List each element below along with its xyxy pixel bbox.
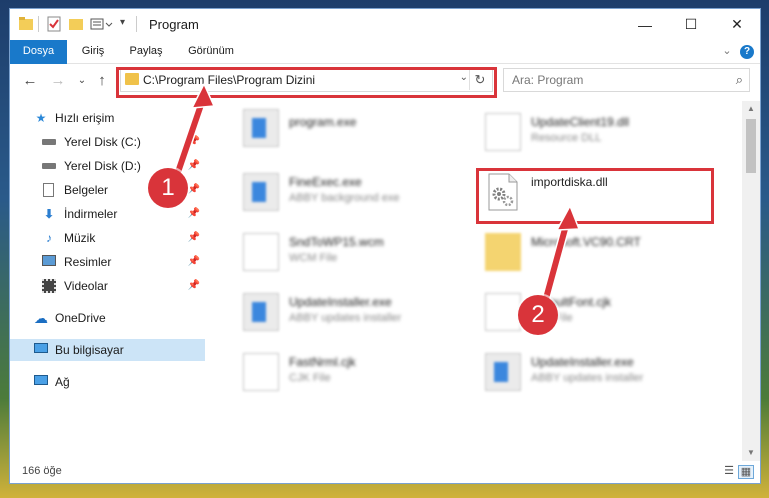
callout-step-2: 2 [518,295,558,335]
callout-step-1: 1 [148,168,188,208]
tutorial-arrows [171,82,581,304]
arrow-one-head [190,82,216,109]
arrow-two-head [555,204,581,231]
arrow-one [173,95,207,179]
